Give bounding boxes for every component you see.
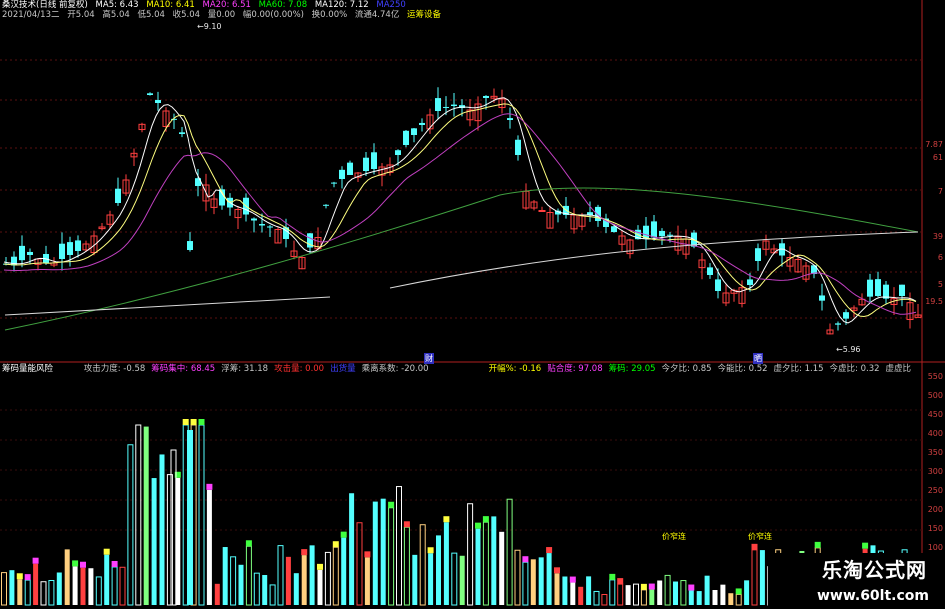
high-price-mark: ←9.10 <box>197 22 222 31</box>
indicator-item: 筹码: 29.05 <box>608 364 656 374</box>
high-price-value: 9.10 <box>203 22 222 31</box>
indicator-tag-1: 价窄连 <box>662 532 686 541</box>
indicator-tick-label: 450 <box>927 410 943 419</box>
indicator-tick-label: 350 <box>927 448 943 457</box>
indicator-tick-label: 300 <box>927 467 943 476</box>
indicator-item: 今能比: 0.52 <box>717 364 768 374</box>
kline-chart[interactable] <box>0 0 945 609</box>
indicator-title[interactable]: 筹码量能风险 <box>2 364 53 374</box>
low-price-value: 5.96 <box>842 345 861 354</box>
indicator-item: 虚虚比 <box>885 364 912 374</box>
price-tick-label: 5 <box>937 280 943 289</box>
indicator-item: 攻击力度: -0.58 <box>83 364 146 374</box>
watermark-url: www.60lt.com <box>816 588 929 604</box>
low-price-mark: ←5.96 <box>836 345 861 354</box>
indicator-tick-label: 550 <box>927 372 943 381</box>
indicator-item: 贴合度: 97.08 <box>547 364 603 374</box>
indicator-tag-2: 价窄连 <box>748 532 772 541</box>
price-tick-label: 7 <box>937 187 943 196</box>
price-tick-label: 39 <box>932 232 943 241</box>
indicator-tick-label: 200 <box>927 505 943 514</box>
price-tick-label: 6 <box>937 253 943 262</box>
event-marker-2[interactable]: 晒 <box>753 353 763 364</box>
event-marker-1[interactable]: 财 <box>424 353 434 364</box>
indicator-tick-label: 400 <box>927 429 943 438</box>
price-tick-label: 61 <box>932 153 943 162</box>
indicator-item: 虚夕比: 1.15 <box>773 364 824 374</box>
indicator-header: 筹码量能风险 攻击力度: -0.58 筹码集中: 68.45 浮筹: 31.18 攻击… <box>2 364 922 375</box>
indicator-item: 浮筹: 31.18 <box>221 364 269 374</box>
indicator-item: 乘离系数: -20.00 <box>361 364 429 374</box>
indicator-tick-label: 100 <box>927 543 943 552</box>
indicator-item: 攻击量: 0.00 <box>274 364 325 374</box>
indicator-tick-label: 500 <box>927 391 943 400</box>
indicator-item: 筹码集中: 68.45 <box>151 364 216 374</box>
price-tick-label: 7.87 <box>925 140 943 149</box>
indicator-tick-label: 250 <box>927 486 943 495</box>
indicator-item: 今夕比: 0.85 <box>661 364 712 374</box>
watermark-brand: 乐淘公式网 <box>822 558 927 582</box>
indicator-item: 出货量 <box>330 364 356 374</box>
candlesticks <box>3 87 922 335</box>
indicator-tick-label: 150 <box>927 524 943 533</box>
price-tick-label: 19.5 <box>925 297 943 306</box>
indicator-item: 开幅%: -0.16 <box>488 364 542 374</box>
indicator-item: 今虚比: 0.32 <box>829 364 880 374</box>
moving-averages <box>3 97 919 331</box>
